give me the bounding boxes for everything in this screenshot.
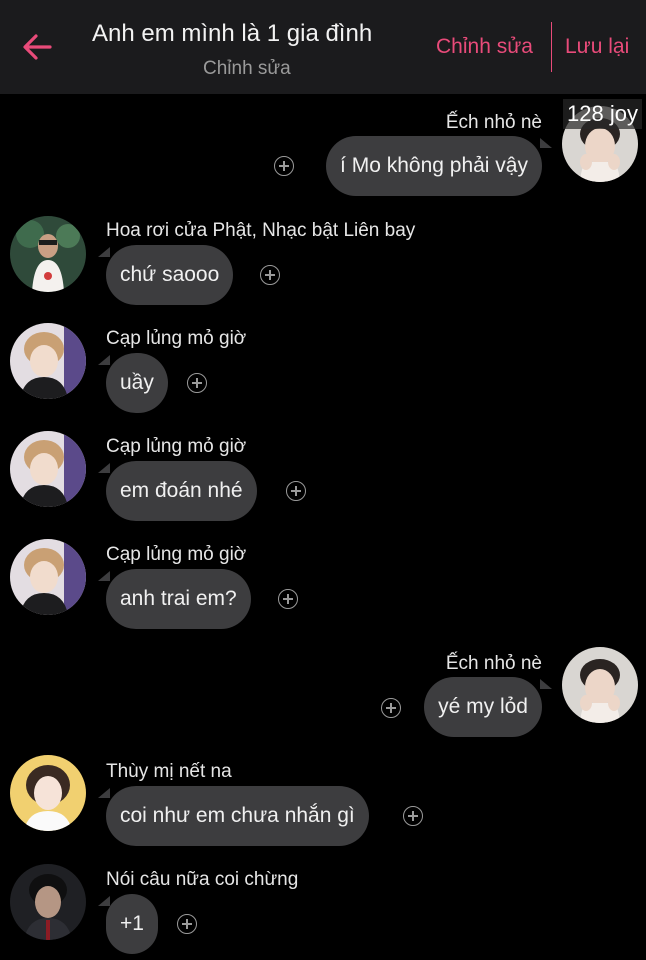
- avatar[interactable]: [10, 864, 86, 940]
- message-bubble[interactable]: yé my lỏd: [424, 677, 542, 737]
- add-reaction-icon[interactable]: [403, 806, 423, 826]
- avatar-image: [562, 647, 638, 723]
- avatar-image: [10, 755, 86, 831]
- group-subtitle: Chỉnh sửa: [203, 58, 291, 79]
- header-divider: [551, 22, 552, 72]
- avatar[interactable]: [10, 431, 86, 507]
- sender-name: Ếch nhỏ nè: [445, 112, 542, 133]
- add-reaction-icon[interactable]: [381, 698, 401, 718]
- sender-name: Ếch nhỏ nè: [445, 653, 542, 674]
- sender-name: Nói câu nữa coi chừng: [106, 869, 299, 890]
- bubble-tail: [540, 679, 552, 689]
- avatar[interactable]: [10, 216, 86, 292]
- add-reaction-icon[interactable]: [286, 481, 306, 501]
- edit-button[interactable]: Chỉnh sửa: [436, 35, 533, 59]
- avatar-image: [10, 431, 86, 507]
- bubble-tail: [98, 788, 110, 798]
- message-bubble[interactable]: í Mo không phải vậy: [326, 136, 542, 196]
- add-reaction-icon[interactable]: [278, 589, 298, 609]
- sender-name: Hoa rơi cửa Phật, Nhạc bật Liên bay: [106, 220, 416, 241]
- bubble-tail: [98, 571, 110, 581]
- group-title: Anh em mình là 1 gia đình: [92, 20, 373, 47]
- save-button[interactable]: Lưu lại: [565, 35, 629, 59]
- overlay-label: 128 joy: [563, 99, 642, 129]
- sender-name: Cạp lủng mỏ giờ: [106, 436, 247, 457]
- avatar-image: [10, 216, 86, 292]
- add-reaction-icon[interactable]: [274, 156, 294, 176]
- bubble-tail: [98, 355, 110, 365]
- bubble-tail: [98, 463, 110, 473]
- avatar[interactable]: [562, 647, 638, 723]
- add-reaction-icon[interactable]: [177, 914, 197, 934]
- message-bubble[interactable]: chứ saooo: [106, 245, 234, 305]
- message-bubble[interactable]: +1: [106, 894, 158, 954]
- back-arrow-icon[interactable]: [20, 30, 54, 64]
- add-reaction-icon[interactable]: [187, 373, 207, 393]
- message-bubble[interactable]: coi như em chưa nhắn gì: [106, 786, 369, 846]
- message-bubble[interactable]: anh trai em?: [106, 569, 251, 629]
- bubble-tail: [540, 138, 552, 148]
- avatar[interactable]: [10, 755, 86, 831]
- sender-name: Thùy mị nết na: [106, 761, 232, 782]
- bubble-tail: [98, 247, 110, 257]
- message-bubble[interactable]: uầy: [106, 353, 168, 413]
- add-reaction-icon[interactable]: [260, 265, 280, 285]
- message-bubble[interactable]: em đoán nhé: [106, 461, 257, 521]
- avatar-image: [10, 323, 86, 399]
- sender-name: Cạp lủng mỏ giờ: [106, 544, 247, 565]
- bubble-tail: [98, 896, 110, 906]
- avatar-image: [10, 539, 86, 615]
- avatar[interactable]: [10, 323, 86, 399]
- chat-header: Anh em mình là 1 gia đình Chỉnh sửa Chỉn…: [0, 0, 646, 94]
- sender-name: Cạp lủng mỏ giờ: [106, 328, 247, 349]
- avatar[interactable]: [10, 539, 86, 615]
- avatar-image: [10, 864, 86, 940]
